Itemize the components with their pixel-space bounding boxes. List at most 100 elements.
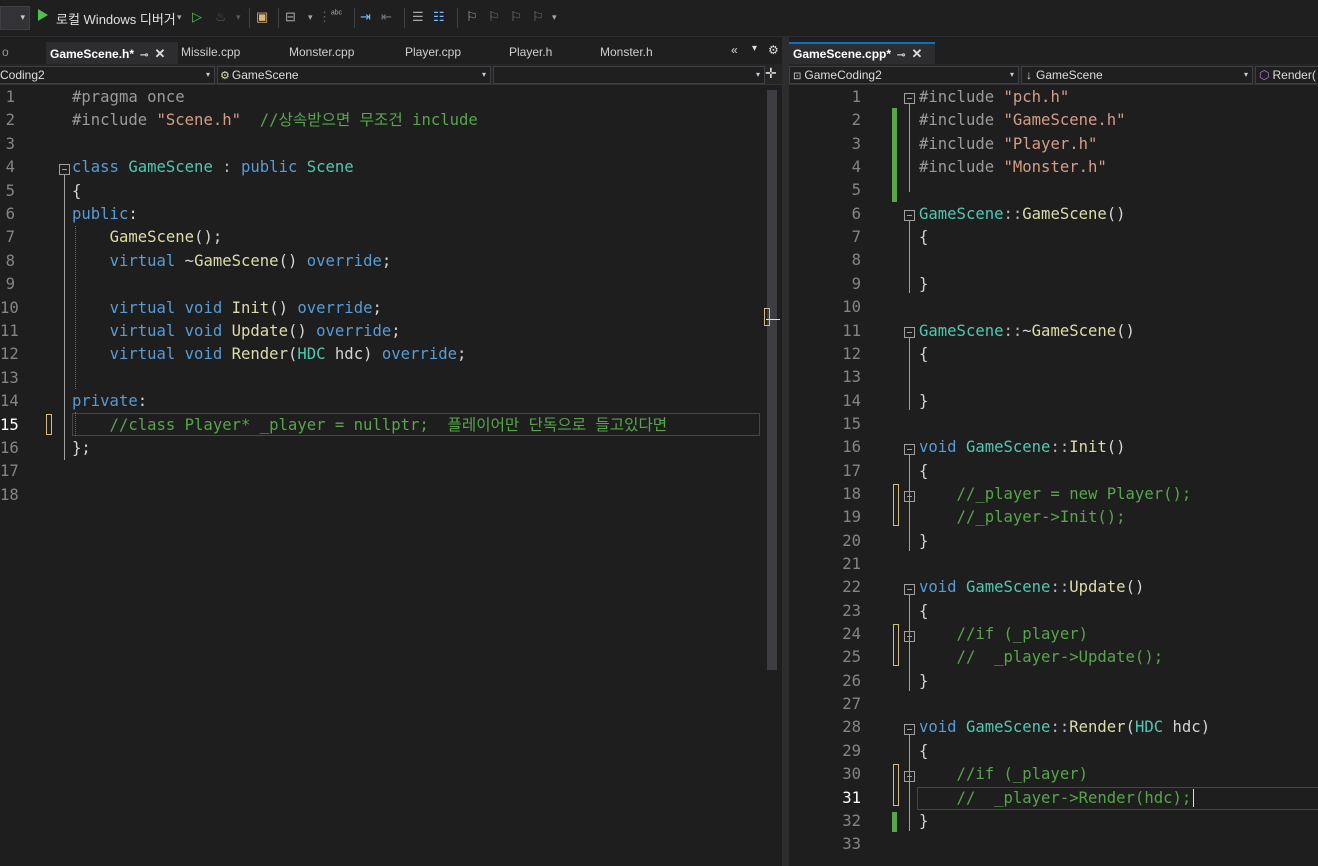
code-line[interactable]: 18 [0, 484, 782, 507]
window-icon[interactable]: ⊟ [285, 9, 296, 25]
code-token: Scene [306, 158, 354, 177]
code-line[interactable]: 32} [789, 810, 1318, 833]
code-line[interactable]: 24 //if (_player) [789, 623, 1318, 646]
code-token: : [212, 158, 242, 177]
code-line[interactable]: 10 virtual void Init() override; [0, 297, 782, 320]
pin-icon[interactable]: ⊸ [897, 50, 905, 61]
code-line[interactable]: 9 [0, 273, 782, 296]
chevron-down-icon[interactable]: ▾ [177, 12, 182, 23]
code-token: void [919, 718, 966, 737]
scope-dropdown[interactable]: ⚙ GameScene ▾ [217, 66, 491, 84]
code-line[interactable]: 6 public: [0, 203, 782, 226]
tab-gamescene-cpp[interactable]: GameScene.cpp* ⊸ ✕ [789, 42, 935, 64]
code-line[interactable]: 33 [789, 833, 1318, 856]
code-line[interactable]: 28 void GameScene::Render(HDC hdc) [789, 716, 1318, 739]
tab-player-cpp[interactable]: Player.cpp [401, 42, 505, 62]
code-line[interactable]: 22 void GameScene::Update() [789, 576, 1318, 599]
code-line[interactable]: 5 [789, 179, 1318, 202]
code-line[interactable]: 9} [789, 273, 1318, 296]
code-line[interactable]: 19 //_player->Init(); [789, 506, 1318, 529]
code-line[interactable]: 15 //class Player* _player = nullptr; 플레… [0, 414, 782, 437]
code-line[interactable]: 8 virtual ~GameScene() override; [0, 250, 782, 273]
code-line[interactable]: 29 { [789, 740, 1318, 763]
close-icon[interactable]: ✕ [154, 46, 165, 61]
play-icon[interactable] [38, 9, 48, 21]
tab-overflow-fragment[interactable]: o [0, 42, 9, 62]
chevron-down-icon[interactable]: ▾ [308, 12, 313, 23]
code-line[interactable]: 1 #pragma once [0, 86, 782, 109]
code-line[interactable]: 18 //_player = new Player(); [789, 483, 1318, 506]
code-line[interactable]: 26} [789, 670, 1318, 693]
spellcheck-icon[interactable]: ᵃᵇᶜ [331, 9, 342, 20]
code-line[interactable]: 10 [789, 296, 1318, 319]
split-icon[interactable]: ✛ [765, 65, 777, 82]
tab-player-h[interactable]: Player.h [505, 42, 594, 62]
code-line[interactable]: 11 virtual void Update() override; [0, 320, 782, 343]
scroll-tabs-icon[interactable]: « [731, 43, 738, 57]
tab-list-dropdown-icon[interactable]: ▾ [752, 43, 757, 54]
code-line[interactable]: 20} [789, 530, 1318, 553]
code-line[interactable]: 27 [789, 693, 1318, 716]
code-line[interactable]: 31 // _player->Render(hdc); [789, 787, 1318, 810]
tab-missile-cpp[interactable]: Missile.cpp [177, 42, 281, 62]
code-line[interactable]: 14 private: [0, 390, 782, 413]
member-dropdown[interactable]: ⬡ Render( [1255, 66, 1318, 84]
scope-dropdown[interactable]: ↓ GameScene ▾ [1021, 66, 1253, 84]
code-line[interactable]: 2 #include "GameScene.h" [789, 109, 1318, 132]
code-line[interactable]: 30 //if (_player) [789, 763, 1318, 786]
bookmark-icon[interactable]: ⚐ [466, 9, 478, 25]
code-line[interactable]: 4 #include "Monster.h" [789, 156, 1318, 179]
code-line[interactable]: 7{ [789, 226, 1318, 249]
code-line[interactable]: 23 { [789, 600, 1318, 623]
indent-icon[interactable]: ⇥ [360, 9, 371, 25]
line-number: 11 [842, 321, 861, 340]
editor-splitter[interactable] [782, 36, 789, 866]
code-line[interactable]: 25 // _player->Update(); [789, 646, 1318, 669]
project-dropdown[interactable]: ⊡ GameCoding2 ▾ [789, 66, 1019, 84]
chevron-down-icon[interactable]: ▾ [552, 12, 557, 23]
code-line[interactable]: 16}; [0, 437, 782, 460]
left-code-editor[interactable]: 1 #pragma once 2 #include "Scene.h" //상속받으면… [0, 86, 782, 866]
code-text: public: [72, 203, 138, 226]
code-token: "GameScene.h" [1003, 111, 1126, 130]
start-without-debug-icon[interactable]: ▷ [192, 9, 202, 25]
member-dropdown[interactable]: ▾ [493, 66, 765, 84]
right-code-editor[interactable]: 1 #include "pch.h" 2 #include "GameScene.h"… [789, 86, 1318, 866]
code-line[interactable]: 17 [0, 460, 782, 483]
code-line[interactable]: 1 #include "pch.h" [789, 86, 1318, 109]
code-line[interactable]: 12 { [789, 343, 1318, 366]
code-line[interactable]: 21 [789, 553, 1318, 576]
code-line[interactable]: 12 virtual void Render(HDC hdc) override… [0, 343, 782, 366]
code-line[interactable]: 11 GameScene::~GameScene() [789, 320, 1318, 343]
code-line[interactable]: 3 #include "Player.h" [789, 133, 1318, 156]
code-line[interactable]: 6 GameScene::GameScene() [789, 203, 1318, 226]
tab-monster-cpp[interactable]: Monster.cpp [285, 42, 399, 62]
project-dropdown[interactable]: Coding2 ▾ [0, 66, 215, 84]
toolbar-separator [457, 8, 458, 28]
code-line[interactable]: 3 [0, 133, 782, 156]
gear-icon[interactable]: ⚙ [768, 43, 779, 57]
code-line[interactable]: 15 [789, 413, 1318, 436]
config-dropdown[interactable]: ▾ [0, 6, 30, 30]
code-line[interactable]: 7 GameScene(); [0, 226, 782, 249]
code-token: //if (_player) [919, 765, 1088, 784]
solution-icon[interactable]: ▣ [256, 9, 268, 25]
close-icon[interactable]: ✕ [911, 46, 922, 61]
project-icon: ⊡ [793, 71, 802, 82]
tab-monster-h[interactable]: Monster.h [596, 42, 700, 62]
code-line[interactable]: 8 [789, 249, 1318, 272]
code-line[interactable]: 14} [789, 390, 1318, 413]
code-line[interactable]: 5{ [0, 180, 782, 203]
pin-icon[interactable]: ⊸ [140, 50, 148, 61]
code-line[interactable]: 4 class GameScene : public Scene [0, 156, 782, 179]
code-line[interactable]: 17 { [789, 460, 1318, 483]
code-line[interactable]: 16 void GameScene::Init() [789, 436, 1318, 459]
tab-gamescene-h[interactable]: GameScene.h* ⊸ ✕ [46, 42, 178, 64]
comment-icon[interactable]: ☰ [412, 9, 424, 25]
run-debugger-button[interactable]: 로컬 Windows 디버거 [56, 9, 176, 28]
uncomment-icon[interactable]: ☷ [433, 9, 445, 25]
code-text: virtual void Update() override; [72, 320, 401, 343]
code-line[interactable]: 13 [789, 366, 1318, 389]
code-line[interactable]: 13 [0, 367, 782, 390]
code-line[interactable]: 2 #include "Scene.h" //상속받으면 무조건 include [0, 109, 782, 132]
